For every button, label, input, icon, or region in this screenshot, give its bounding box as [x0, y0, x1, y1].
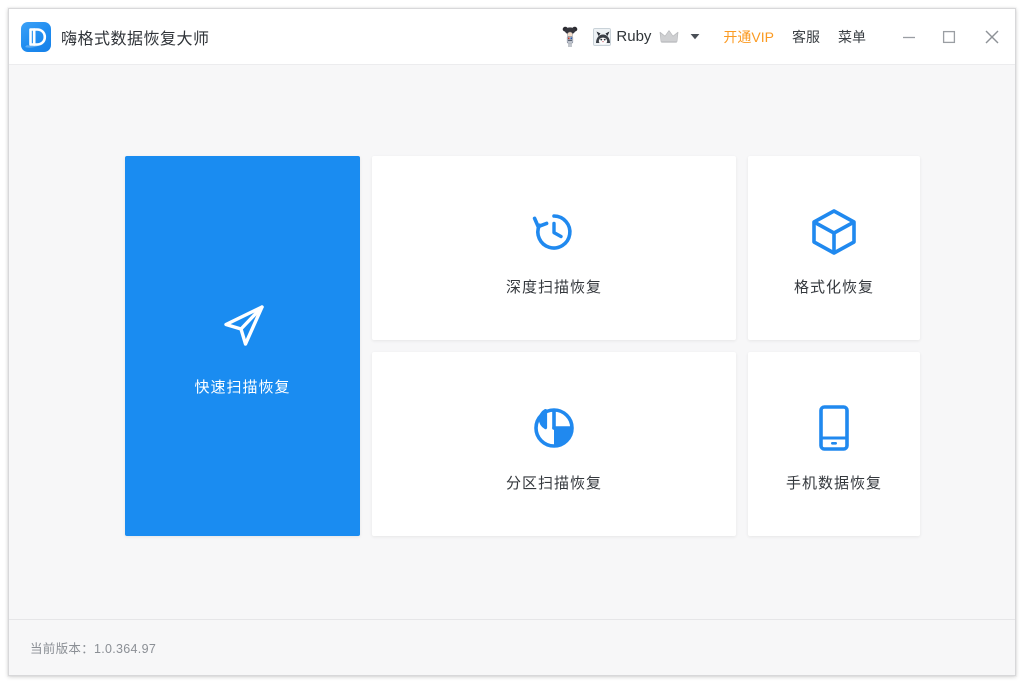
- recovery-mode-row-bottom: 分区扫描恢复 手机数据恢复: [372, 352, 920, 536]
- tile-label: 分区扫描恢复: [505, 474, 602, 492]
- title-bar: 嗨格式数据恢复大师 Ruby 开通VIP 客服 菜单: [9, 9, 1015, 65]
- recovery-mode-row-top: 深度扫描恢复 格式化恢复: [372, 156, 920, 340]
- chevron-down-icon[interactable]: [690, 32, 700, 42]
- menu-button[interactable]: 菜单: [829, 30, 875, 44]
- version-label: 当前版本：1.0.364.97: [30, 642, 157, 656]
- application-window: 嗨格式数据恢复大师 Ruby 开通VIP 客服 菜单 快速扫描恢复 深度扫描恢复…: [8, 8, 1016, 676]
- crown-icon: [659, 29, 679, 45]
- recovery-mode-subgrid: 深度扫描恢复 格式化恢复 分区扫描恢复 手机数据恢复: [372, 156, 920, 536]
- maximize-icon[interactable]: [929, 9, 969, 65]
- titlebar-actions: Ruby 开通VIP 客服 菜单: [561, 9, 1015, 64]
- tile-label: 格式化恢复: [793, 278, 874, 296]
- open-vip-button[interactable]: 开通VIP: [714, 30, 783, 44]
- status-bar: 当前版本：1.0.364.97: [9, 619, 1015, 675]
- tile-phone-recovery[interactable]: 手机数据恢复: [748, 352, 920, 536]
- window-controls: [889, 9, 1015, 64]
- mascot-figure-icon[interactable]: [561, 25, 579, 49]
- minimize-icon[interactable]: [889, 9, 929, 65]
- account-name: Ruby: [616, 28, 652, 45]
- main-content: 快速扫描恢复 深度扫描恢复 格式化恢复 分区扫描恢复 手机数据恢复: [9, 65, 1015, 619]
- tile-label: 手机数据恢复: [785, 474, 882, 492]
- tile-label: 深度扫描恢复: [505, 278, 602, 296]
- navigation-arrow-icon: [215, 296, 271, 354]
- pie-chart-icon: [528, 396, 580, 454]
- window-title: 嗨格式数据恢复大师: [61, 30, 210, 48]
- tile-partition-scan[interactable]: 分区扫描恢复: [372, 352, 736, 536]
- user-avatar: [593, 27, 612, 46]
- mobile-phone-icon: [812, 396, 856, 454]
- tile-label: 快速扫描恢复: [194, 378, 291, 396]
- recovery-mode-grid: 快速扫描恢复 深度扫描恢复 格式化恢复 分区扫描恢复 手机数据恢复: [125, 156, 920, 536]
- customer-support-button[interactable]: 客服: [783, 30, 829, 44]
- tile-quick-scan[interactable]: 快速扫描恢复: [125, 156, 360, 536]
- account-menu[interactable]: Ruby: [593, 27, 700, 46]
- clock-rewind-icon: [528, 200, 580, 258]
- tile-deep-scan[interactable]: 深度扫描恢复: [372, 156, 736, 340]
- cube-box-icon: [809, 200, 859, 258]
- brand-area: 嗨格式数据恢复大师: [21, 21, 210, 52]
- close-icon[interactable]: [969, 9, 1015, 65]
- tile-format-recovery[interactable]: 格式化恢复: [748, 156, 920, 340]
- brand-d-logo-icon: [21, 21, 51, 52]
